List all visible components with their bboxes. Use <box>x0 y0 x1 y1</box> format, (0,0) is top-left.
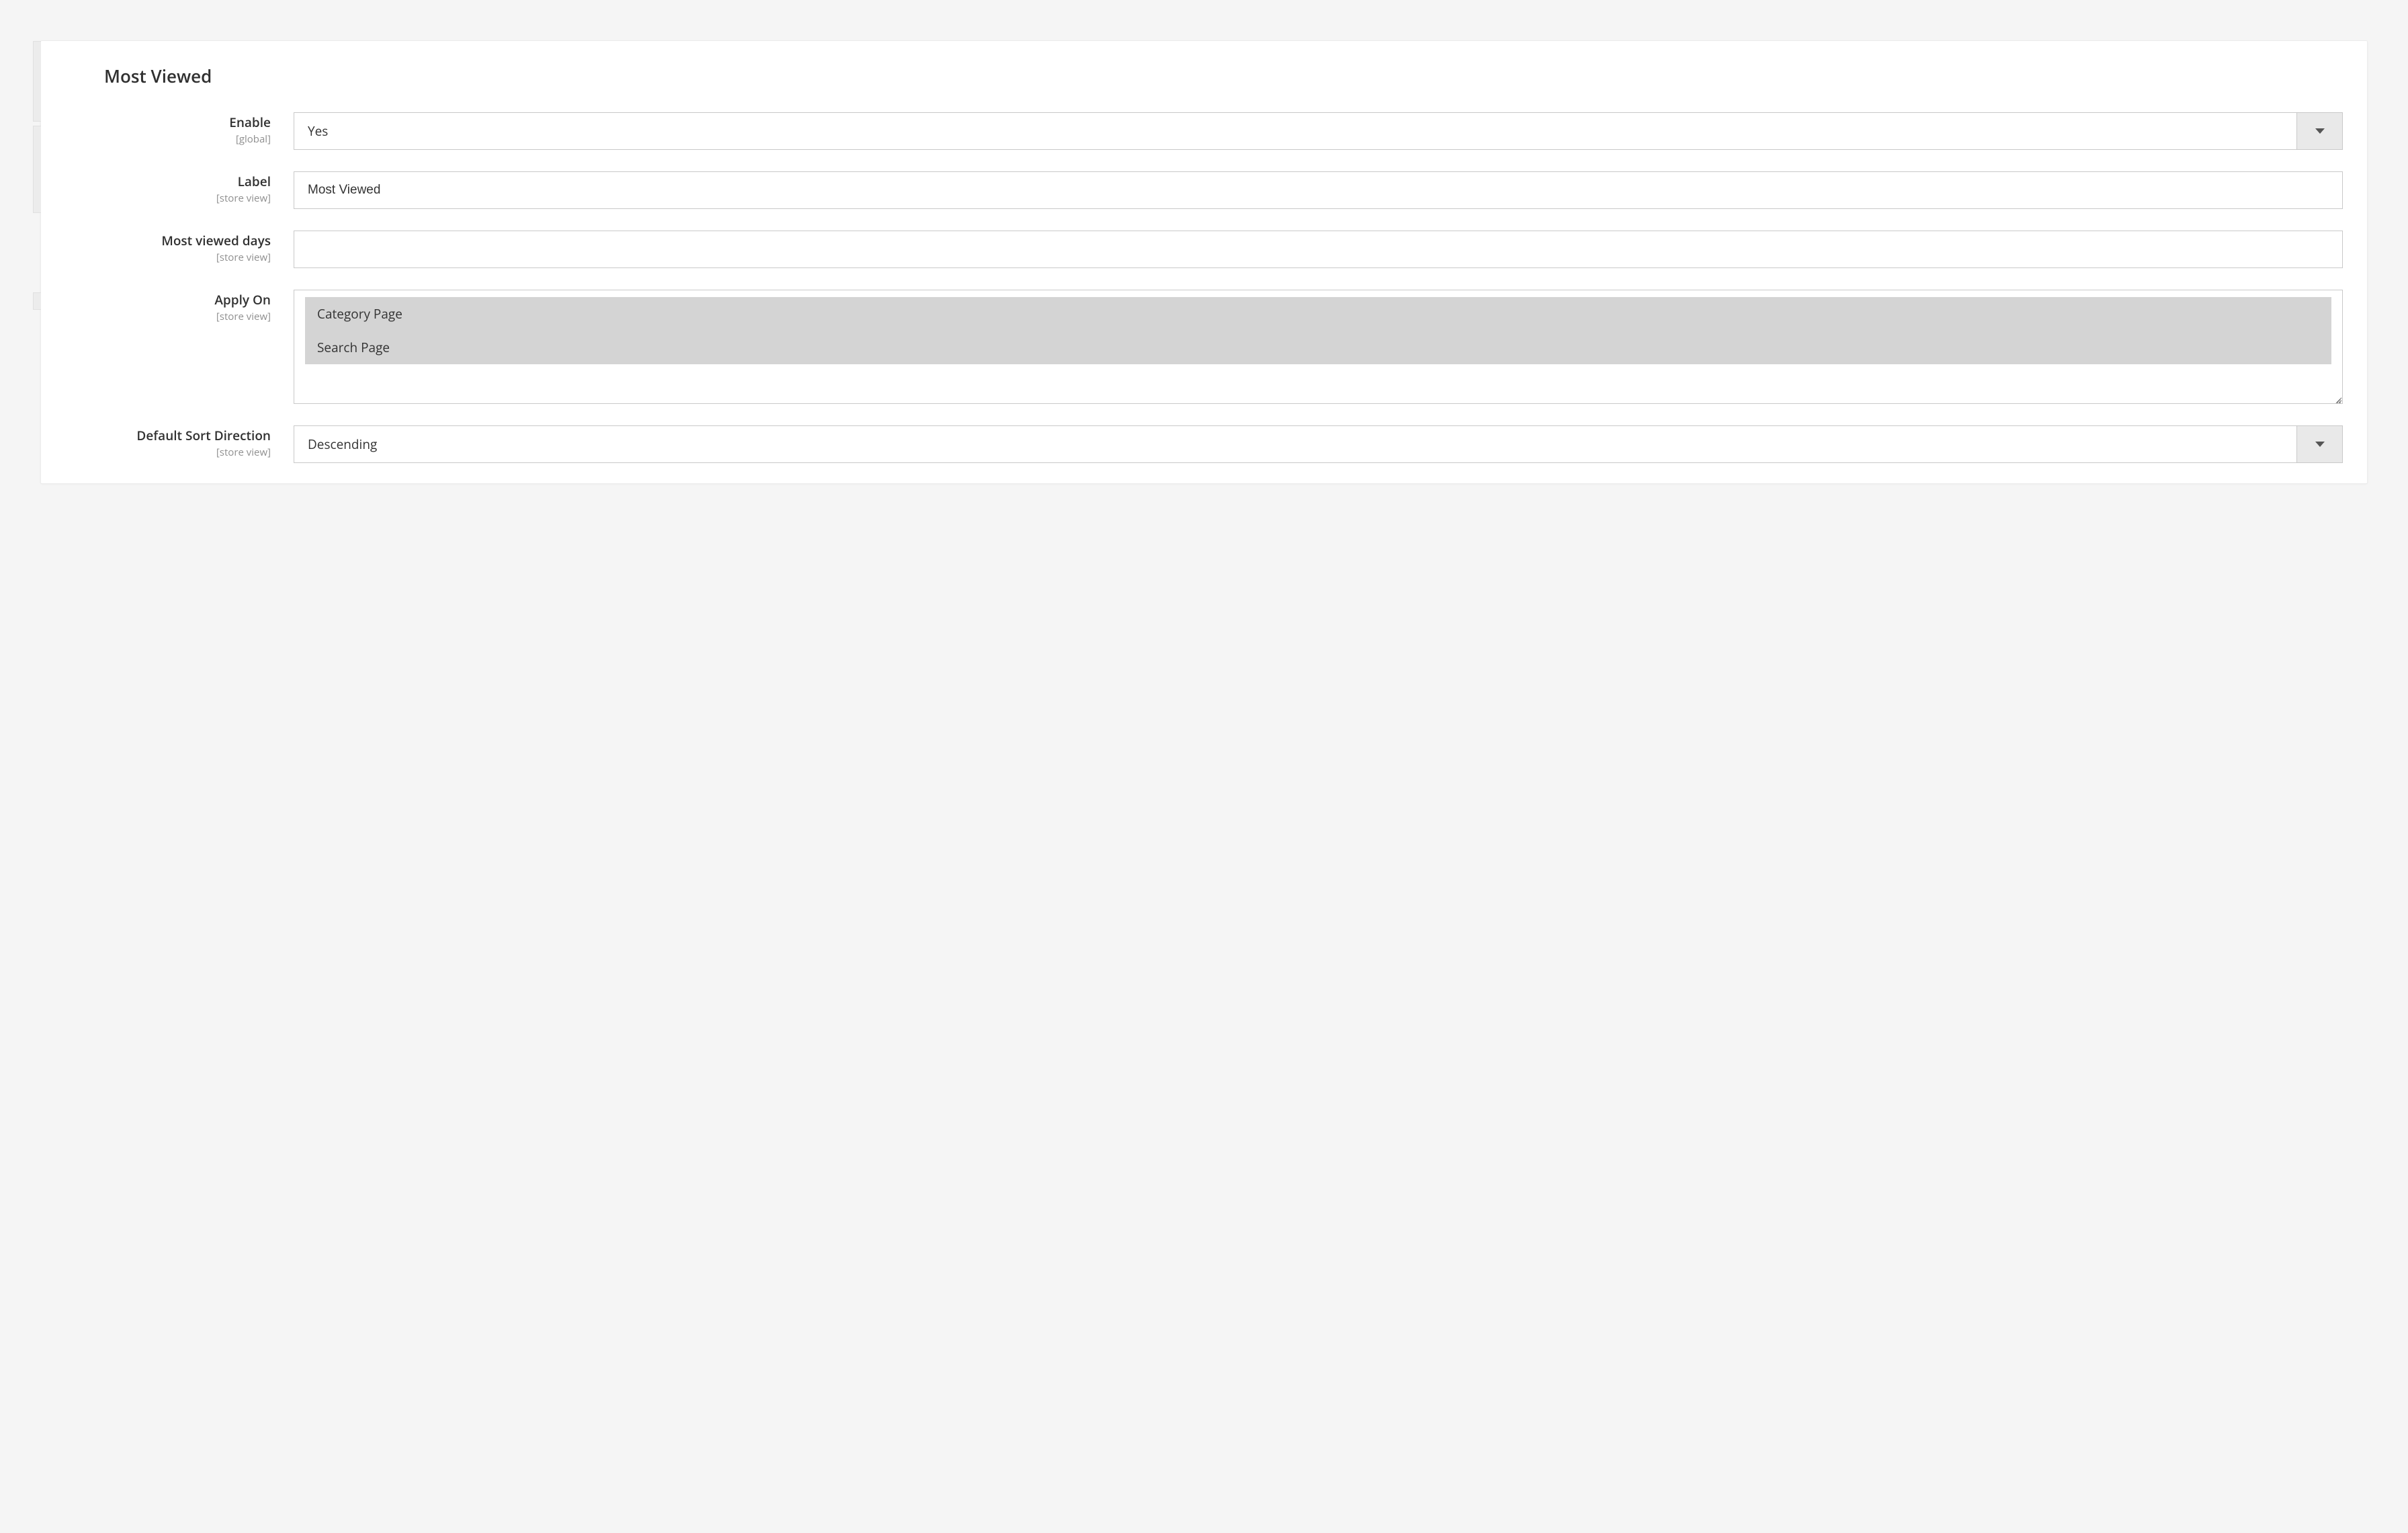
label-apply-on-scope: [store view] <box>65 310 271 323</box>
field-row-sort-direction: Default Sort Direction [store view] Desc… <box>65 425 2343 463</box>
label-enable-scope: [global] <box>65 132 271 146</box>
label-days: Most viewed days [store view] <box>65 231 294 264</box>
chevron-down-icon <box>2296 113 2342 149</box>
label-label-text: Label <box>238 173 271 190</box>
field-row-label: Label [store view] <box>65 171 2343 209</box>
label-sort-direction-scope: [store view] <box>65 446 271 459</box>
label-input[interactable] <box>294 171 2343 209</box>
label-days-scope: [store view] <box>65 251 271 264</box>
apply-on-multiselect[interactable]: Category Page Search Page <box>294 290 2343 404</box>
settings-panel: Most Viewed Enable [global] Yes Label [s… <box>40 40 2368 484</box>
left-tab-stub-3 <box>33 292 41 310</box>
label-enable: Enable [global] <box>65 112 294 146</box>
left-tab-stub-1 <box>33 41 41 122</box>
sort-direction-select[interactable]: Descending <box>294 425 2343 463</box>
section-title: Most Viewed <box>65 64 2343 88</box>
sort-direction-select-value: Descending <box>294 436 2296 453</box>
chevron-down-icon <box>2296 426 2342 462</box>
field-row-days: Most viewed days [store view] <box>65 231 2343 268</box>
label-sort-direction-text: Default Sort Direction <box>136 427 271 444</box>
field-row-apply-on: Apply On [store view] Category Page Sear… <box>65 290 2343 404</box>
left-tab-stub-2 <box>33 126 41 213</box>
apply-on-option-search[interactable]: Search Page <box>305 331 2331 364</box>
apply-on-option-category[interactable]: Category Page <box>305 297 2331 331</box>
label-sort-direction: Default Sort Direction [store view] <box>65 425 294 459</box>
label-label: Label [store view] <box>65 171 294 205</box>
field-row-enable: Enable [global] Yes <box>65 112 2343 150</box>
enable-select[interactable]: Yes <box>294 112 2343 150</box>
label-enable-text: Enable <box>229 114 271 131</box>
label-apply-on-text: Apply On <box>214 291 271 308</box>
enable-select-value: Yes <box>294 122 2296 140</box>
label-apply-on: Apply On [store view] <box>65 290 294 323</box>
days-input[interactable] <box>294 231 2343 268</box>
label-days-text: Most viewed days <box>161 232 271 249</box>
resize-grip-icon <box>2330 391 2341 402</box>
label-label-scope: [store view] <box>65 192 271 205</box>
